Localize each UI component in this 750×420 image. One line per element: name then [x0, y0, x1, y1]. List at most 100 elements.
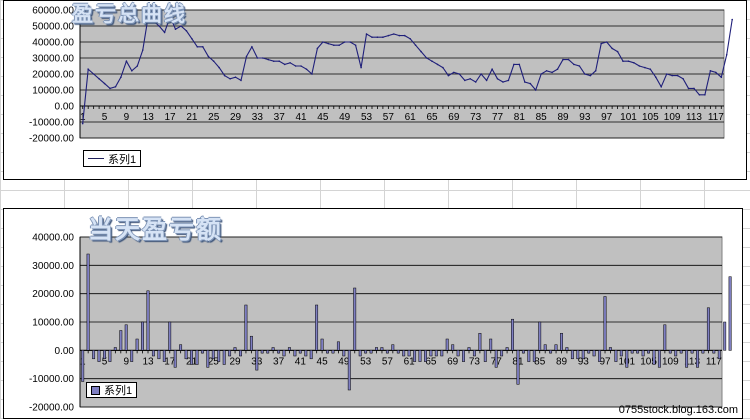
chart2-bar	[467, 347, 471, 351]
chart1-data-point	[605, 41, 608, 43]
chart2-bar	[168, 321, 172, 351]
chart2-bar	[614, 350, 618, 362]
chart2-y-tick-label: 20000.00	[32, 289, 74, 300]
chart1-data-point	[600, 42, 602, 45]
chart2-bar	[179, 344, 183, 351]
chart2-bar	[124, 324, 128, 351]
chart2-bar	[418, 350, 422, 362]
chart1-x-tick-label: 81	[514, 112, 526, 123]
chart2-bar	[690, 350, 694, 354]
chart2-bar	[195, 350, 199, 365]
chart1-x-tick-label: 97	[601, 112, 613, 123]
chart2-bar	[239, 350, 242, 357]
chart1-data-point	[142, 49, 144, 51]
chart1-data-point	[704, 94, 706, 96]
chart2-bar	[358, 350, 362, 357]
chart2-bar	[483, 350, 487, 362]
chart1-data-point	[316, 47, 319, 50]
chart2-bar	[424, 350, 427, 362]
chart1-data-point	[578, 65, 581, 67]
chart1-data-point	[584, 73, 586, 75]
chart1-data-point	[725, 54, 728, 56]
chart1-data-point	[327, 42, 330, 45]
chart1-data-point	[114, 86, 117, 88]
chart2-legend-label: 系列1	[104, 385, 133, 397]
chart1-data-point	[333, 44, 335, 46]
chart1-data-point	[262, 57, 264, 59]
chart1-data-point	[534, 89, 537, 91]
chart2-bar	[679, 350, 683, 354]
chart1-data-point	[447, 74, 450, 77]
chart2-bar	[652, 350, 656, 365]
chart1-data-point	[87, 68, 89, 70]
chart1-x-tick-label: 105	[642, 112, 659, 123]
chart2-bar	[157, 350, 161, 360]
chart2-x-tick-label: 45	[317, 356, 329, 367]
chart1-data-point	[655, 76, 657, 78]
chart1-y-tick-label: -10000.00	[29, 118, 74, 129]
chart2-bar	[494, 350, 498, 368]
chart1-data-point	[562, 58, 564, 61]
chart2-x-tick-label: 97	[599, 356, 611, 367]
chart2-bar	[233, 347, 237, 351]
chart1-data-point	[191, 38, 193, 40]
chart1-data-point	[365, 33, 368, 35]
chart1-data-point	[567, 58, 570, 61]
chart1-y-tick-label: 10000.00	[32, 86, 74, 97]
chart1-data-point	[491, 68, 493, 70]
chart1-x-tick-label: 21	[186, 112, 198, 123]
chart1-data-point	[322, 41, 324, 43]
chart2-x-tick-label: 73	[469, 356, 481, 367]
chart1-legend[interactable]: 系列1	[83, 150, 142, 167]
chart1-data-point	[103, 82, 106, 85]
chart2-bar	[647, 350, 650, 354]
chart2-bar	[625, 350, 629, 368]
chart2-x-tick-label: 53	[360, 356, 372, 367]
chart2-bar	[603, 296, 607, 351]
chart2-bar	[369, 350, 373, 354]
chart2-bar	[581, 350, 585, 360]
chart2-bar	[146, 290, 150, 351]
chart1-data-point	[464, 79, 466, 82]
legend-line-swatch	[88, 158, 104, 159]
chart1-x-tick-label: 37	[274, 112, 286, 123]
chart2-bar	[696, 350, 699, 368]
chart1-data-point	[660, 86, 662, 88]
chart1-data-point	[485, 79, 488, 82]
chart1-data-point	[371, 36, 373, 38]
chart2-legend[interactable]: 系列1	[86, 382, 138, 398]
chart2-bar	[298, 350, 302, 354]
chart1-x-tick-label: 33	[252, 112, 264, 123]
chart1-data-point	[343, 41, 346, 43]
chart2-bar	[429, 350, 433, 357]
chart2-bar	[184, 350, 188, 360]
chart2-bar	[81, 350, 85, 382]
chart1-x-tick-label: 89	[557, 112, 569, 123]
chart2-bar	[516, 350, 520, 385]
chart1-data-point	[185, 30, 188, 32]
chart2-x-tick-label: 85	[534, 356, 546, 367]
chart1-x-tick-label: 93	[579, 112, 591, 123]
chart1-data-point	[671, 74, 673, 77]
chart2-bar	[462, 350, 465, 362]
chart1-x-tick-label: 61	[405, 112, 417, 123]
chart1-data-point	[731, 18, 733, 21]
chart1-data-point	[420, 50, 422, 53]
chart2-bar	[228, 350, 232, 357]
chart2-bar	[119, 330, 123, 351]
chart2-bar	[206, 350, 210, 368]
chart1-data-point	[81, 122, 84, 125]
chart2-bar	[86, 253, 90, 351]
chart2-bar	[636, 350, 640, 354]
chart2-x-tick-label: 37	[273, 356, 285, 367]
chart1-data-point	[556, 68, 559, 70]
chart1-data-point	[453, 71, 455, 74]
chart2-bar	[103, 350, 106, 360]
chart2-bar	[135, 338, 139, 351]
chart1-data-point	[223, 74, 226, 77]
chart2-bar	[113, 347, 117, 351]
chart2-bar	[592, 350, 596, 357]
blog-watermark: 0755stock.blog.163.com	[618, 404, 738, 416]
chart1-data-point	[480, 73, 482, 75]
chart1-data-point	[573, 63, 575, 66]
